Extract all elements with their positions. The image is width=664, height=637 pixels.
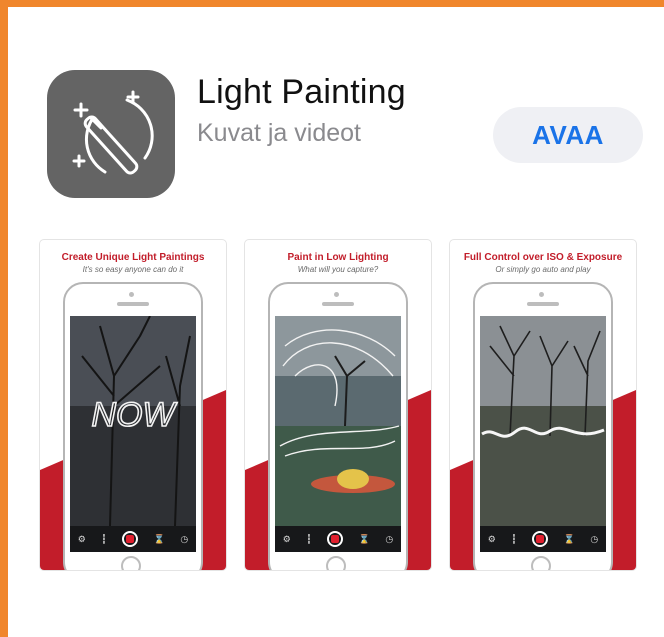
screenshot-headline: Full Control over ISO & Exposure [463, 252, 623, 263]
speaker [527, 302, 559, 306]
hourglass-icon[interactable]: ⌛ [154, 534, 165, 545]
screenshot-1[interactable]: Create Unique Light Paintings It's so ea… [39, 239, 227, 571]
record-icon[interactable] [122, 531, 139, 547]
gear-icon[interactable]: ⚙ [488, 534, 496, 545]
camera-toolbar: ⚙ ┇ ⌛ ◷ [480, 526, 606, 552]
camera-dot [334, 292, 339, 297]
record-icon[interactable] [327, 531, 344, 547]
timer-icon[interactable]: ◷ [385, 534, 393, 545]
screenshot-headline: Create Unique Light Paintings [61, 252, 205, 263]
camera-dot [129, 292, 134, 297]
phone-mockup: NOW ⚙ ┇ ⌛ ◷ [63, 282, 203, 570]
speaker [322, 302, 354, 306]
timer-icon[interactable]: ◷ [180, 534, 188, 545]
home-button [531, 556, 551, 570]
app-title: Light Painting [197, 73, 406, 111]
open-button[interactable]: AVAA [493, 107, 643, 163]
photo-light-painting-park [275, 316, 401, 526]
camera-toolbar: ⚙ ┇ ⌛ ◷ [70, 526, 196, 552]
screenshot-3[interactable]: Full Control over ISO & Exposure Or simp… [449, 239, 637, 571]
home-button [121, 556, 141, 570]
photo-light-painting-now: NOW [70, 316, 196, 526]
painted-word: NOW [91, 396, 177, 434]
speaker [117, 302, 149, 306]
flashlight-icon[interactable]: ┇ [511, 534, 516, 545]
flashlight-icon[interactable]: ┇ [306, 534, 311, 545]
magic-wand-icon [72, 90, 154, 175]
screenshot-subline: What will you capture? [297, 265, 379, 274]
hourglass-icon[interactable]: ⌛ [359, 534, 370, 545]
gear-icon[interactable]: ⚙ [283, 534, 291, 545]
gear-icon[interactable]: ⚙ [78, 534, 86, 545]
screenshot-subline: Or simply go auto and play [495, 265, 591, 274]
camera-dot [539, 292, 544, 297]
screenshot-subline: It's so easy anyone can do it [82, 265, 184, 274]
camera-toolbar: ⚙ ┇ ⌛ ◷ [275, 526, 401, 552]
record-icon[interactable] [532, 531, 549, 547]
app-icon[interactable] [47, 70, 175, 198]
flashlight-icon[interactable]: ┇ [101, 534, 106, 545]
phone-mockup: ⚙ ┇ ⌛ ◷ [473, 282, 613, 570]
screenshot-headline: Paint in Low Lighting [287, 252, 389, 263]
home-button [326, 556, 346, 570]
photo-light-painting-trees [480, 316, 606, 526]
screenshot-2[interactable]: Paint in Low Lighting What will you capt… [244, 239, 432, 571]
timer-icon[interactable]: ◷ [590, 534, 598, 545]
hourglass-icon[interactable]: ⌛ [564, 534, 575, 545]
phone-mockup: ⚙ ┇ ⌛ ◷ [268, 282, 408, 570]
app-category: Kuvat ja videot [197, 119, 361, 147]
app-store-card: Light Painting Kuvat ja videot AVAA Crea… [8, 7, 664, 637]
